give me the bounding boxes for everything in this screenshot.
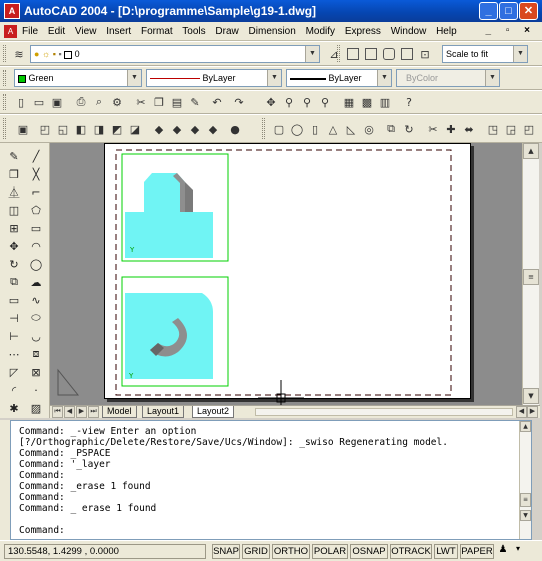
command-history-line: Command: _ erase 1 found [19,503,157,514]
command-history-line: [?/Orthographic/Delete/Restore/Save/Ucs/… [19,437,448,448]
tab-first-icon[interactable]: ⏮ [52,406,63,418]
scroll-thumb[interactable]: ≡ [520,493,531,507]
hscroll-right-arrow-icon[interactable]: ▶ [527,406,538,418]
grid-toggle[interactable]: GRID [242,544,270,559]
coordinate-display[interactable]: 130.5548, 1.4299 , 0.0000 [4,544,206,559]
hscroll-left-arrow-icon[interactable]: ◀ [516,406,527,418]
osnap-toggle[interactable]: OSNAP [350,544,388,559]
horizontal-scroll-track[interactable] [255,408,513,416]
status-bar: 130.5548, 1.4299 , 0.0000 SNAP GRID ORTH… [0,540,542,561]
autocad-window: A AutoCAD 2004 - [D:\programme\Sample\g1… [0,0,542,561]
polar-toggle[interactable]: POLAR [312,544,348,559]
vertical-scrollbar[interactable]: ▲ ≡ ▼ [522,143,539,405]
model-base-shape [125,212,213,258]
model-iso-view: Y [125,293,213,380]
status-tray-menu-icon[interactable]: ▾ [512,544,524,559]
tab-prev-icon[interactable]: ◀ [64,406,75,418]
command-prompt[interactable]: Command: [19,526,65,536]
tab-model[interactable]: Model [102,406,137,418]
model-plate-shape [125,293,213,379]
scroll-thumb[interactable]: ≡ [523,269,539,285]
ortho-toggle[interactable]: ORTHO [272,544,310,559]
ucs-icon-bottom: Y [128,372,134,380]
scroll-up-arrow-icon[interactable]: ▲ [523,143,539,159]
command-history-line: Command: '_layer [19,459,111,470]
scroll-down-arrow-icon[interactable]: ▼ [520,510,531,521]
snap-toggle[interactable]: SNAP [212,544,240,559]
command-history-line: Command: _-view Enter an option [19,426,197,437]
ucs-icon-top: Y [129,246,135,254]
otrack-toggle[interactable]: OTRACK [390,544,432,559]
paper-model-toggle[interactable]: PAPER [460,544,494,559]
tab-layout1[interactable]: Layout1 [142,406,185,418]
tab-next-icon[interactable]: ▶ [76,406,87,418]
communication-center-icon[interactable]: ♟ [496,544,510,559]
scroll-up-arrow-icon[interactable]: ▲ [520,421,531,432]
command-history-line: Command: _erase 1 found [19,481,151,492]
paper-space-ucs-icon [57,368,80,396]
command-scrollbar[interactable]: ▲ ≡ ▼ [519,421,531,539]
tab-layout2[interactable]: Layout2 [192,406,235,418]
layout-tab-bar: ⏮ ◀ ▶ ⏭ Model Layout1 Layout2 ◀ ▶ [50,405,540,418]
lwt-toggle[interactable]: LWT [434,544,458,559]
scroll-down-arrow-icon[interactable]: ▼ [523,388,539,404]
command-window-grip[interactable] [0,420,10,540]
command-history-line: Command: [19,470,65,481]
command-window[interactable]: Command: _-view Enter an option [?/Ortho… [10,420,532,540]
model-right-face [185,182,193,212]
tab-last-icon[interactable]: ⏭ [88,406,99,418]
model-top-view: Y [125,173,213,258]
command-history-line: Command: _PSPACE [19,448,111,459]
command-history-line: Command: [19,492,65,503]
